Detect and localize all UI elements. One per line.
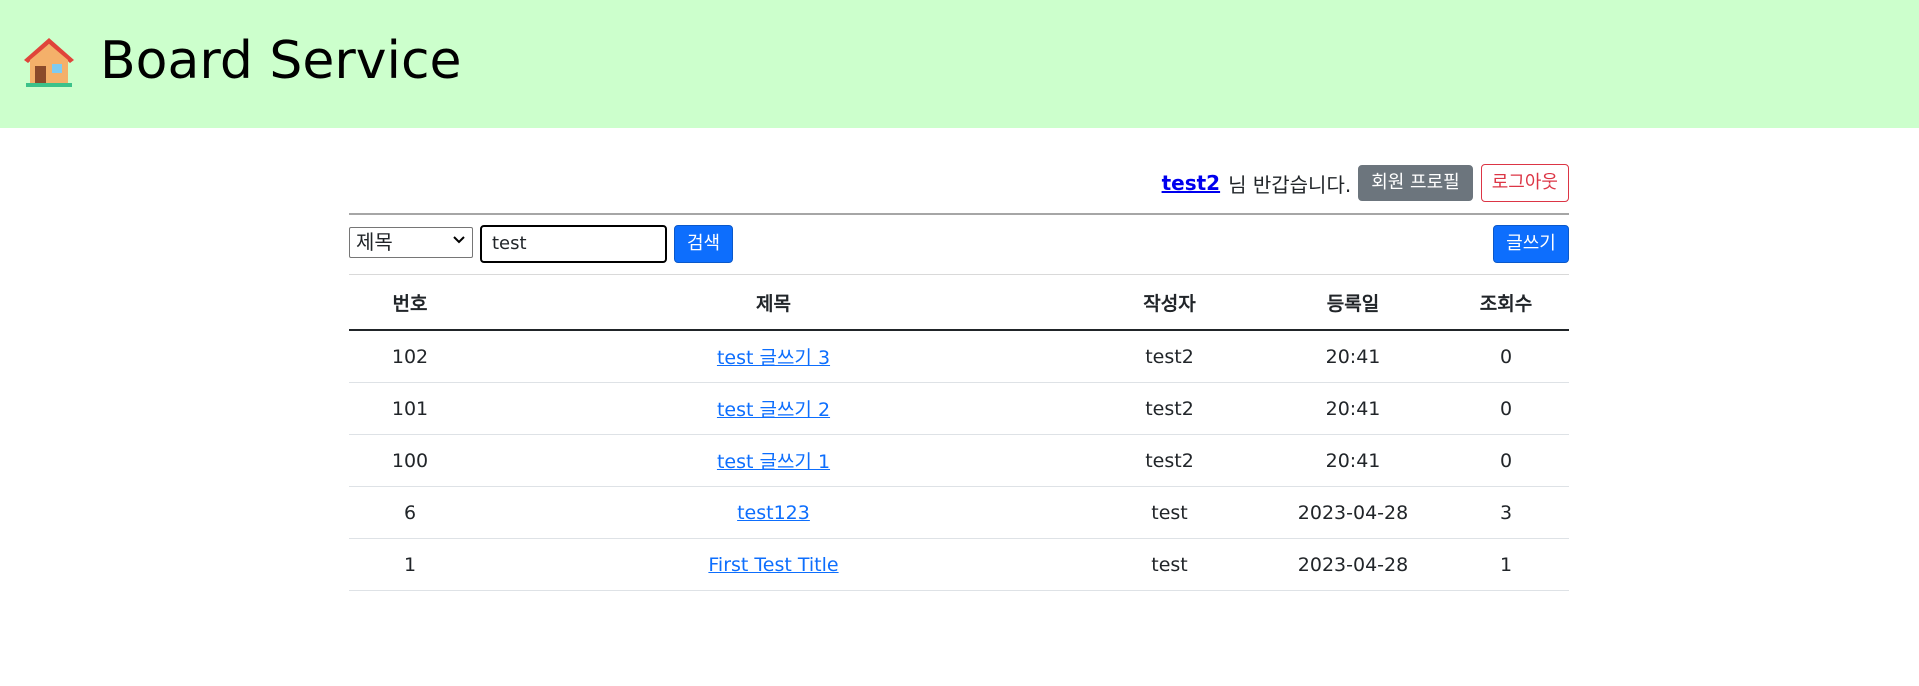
post-views: 3 (1443, 486, 1569, 539)
post-date: 2023-04-28 (1263, 486, 1443, 539)
greeting-text: 님 반갑습니다. (1228, 172, 1352, 197)
table-row: 102 test 글쓰기 3 test2 20:41 0 (349, 330, 1569, 383)
post-number: 101 (349, 382, 471, 435)
search-button[interactable]: 검색 (674, 225, 733, 263)
post-date: 2023-04-28 (1263, 538, 1443, 591)
chevron-down-icon (453, 236, 465, 244)
search-bar: 제목 test 검색 글쓰기 (349, 225, 1569, 267)
post-views: 1 (1443, 538, 1569, 591)
post-number: 102 (349, 330, 471, 383)
post-title-link[interactable]: First Test Title (708, 554, 838, 576)
user-bar: test2 님 반갑습니다. 회원 프로필 로그아웃 (1162, 164, 1569, 202)
table-row: 6 test123 test 2023-04-28 3 (349, 486, 1569, 539)
board-table: 번호 제목 작성자 등록일 조회수 102 test 글쓰기 3 test2 2… (349, 275, 1569, 591)
post-author: test (1076, 486, 1263, 539)
post-author: test2 (1076, 330, 1263, 383)
username-link[interactable]: test2 (1162, 171, 1221, 195)
post-title-link[interactable]: test123 (737, 502, 810, 524)
header-author: 작성자 (1076, 275, 1263, 331)
post-date: 20:41 (1263, 434, 1443, 487)
post-date: 20:41 (1263, 330, 1443, 383)
post-number: 1 (349, 538, 471, 591)
search-type-value: 제목 (356, 230, 393, 254)
site-title[interactable]: Board Service (100, 28, 462, 94)
header-views: 조회수 (1443, 275, 1569, 331)
post-date: 20:41 (1263, 382, 1443, 435)
logout-button[interactable]: 로그아웃 (1480, 164, 1569, 202)
divider (349, 213, 1569, 215)
table-header-row: 번호 제목 작성자 등록일 조회수 (349, 275, 1569, 331)
house-icon[interactable] (22, 36, 76, 88)
profile-button[interactable]: 회원 프로필 (1358, 165, 1473, 201)
post-number: 100 (349, 434, 471, 487)
post-title-link[interactable]: test 글쓰기 2 (717, 399, 830, 421)
post-number: 6 (349, 486, 471, 539)
post-views: 0 (1443, 382, 1569, 435)
table-row: 101 test 글쓰기 2 test2 20:41 0 (349, 382, 1569, 435)
write-button[interactable]: 글쓰기 (1493, 225, 1569, 263)
header-title: 제목 (471, 275, 1076, 331)
post-author: test2 (1076, 382, 1263, 435)
table-row: 1 First Test Title test 2023-04-28 1 (349, 538, 1569, 591)
post-title-link[interactable]: test 글쓰기 1 (717, 451, 830, 473)
header-date: 등록일 (1263, 275, 1443, 331)
header-number: 번호 (349, 275, 471, 331)
table-row: 100 test 글쓰기 1 test2 20:41 0 (349, 434, 1569, 487)
post-author: test (1076, 538, 1263, 591)
page-header: Board Service (0, 0, 1919, 128)
search-input[interactable]: test (480, 225, 667, 263)
search-type-select[interactable]: 제목 (349, 227, 473, 258)
post-views: 0 (1443, 434, 1569, 487)
post-author: test2 (1076, 434, 1263, 487)
post-views: 0 (1443, 330, 1569, 383)
post-title-link[interactable]: test 글쓰기 3 (717, 347, 830, 369)
